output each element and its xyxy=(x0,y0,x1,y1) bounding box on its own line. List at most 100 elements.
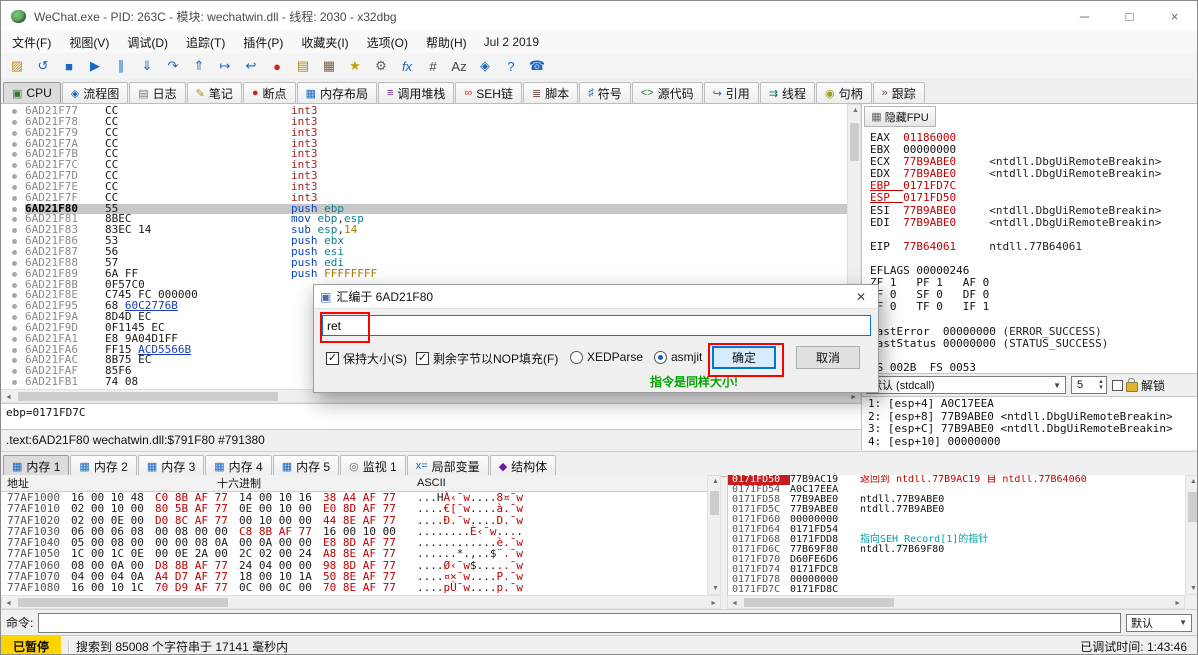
favourites-icon[interactable]: ★ xyxy=(343,54,367,78)
register-row[interactable]: EDI 77B9ABE0 <ntdll.DbgUiRemoteBreakin> xyxy=(870,217,1198,229)
log-icon[interactable]: ▤ xyxy=(291,54,315,78)
pause-icon[interactable]: ∥ xyxy=(109,54,133,78)
cancel-button[interactable]: 取消 xyxy=(796,346,860,369)
tab-cpu[interactable]: ▣CPU xyxy=(3,82,61,103)
argument-row[interactable]: 3: [esp+C] 77B9ABE0 <ntdll.DbgUiRemoteBr… xyxy=(868,423,1198,436)
tab-seh-chain[interactable]: ∞SEH链 xyxy=(455,82,522,103)
menu-item[interactable]: 视图(V) xyxy=(60,31,118,54)
scrollbar-thumb[interactable] xyxy=(744,598,894,607)
open-file-icon[interactable]: ▨ xyxy=(5,54,29,78)
keep-size-checkbox[interactable]: ✓ 保持大小(S) xyxy=(326,350,407,367)
strings-icon[interactable]: Az xyxy=(447,54,471,78)
hash-icon[interactable]: # xyxy=(421,54,445,78)
tab-memory-1[interactable]: ▦内存 1 xyxy=(3,455,69,476)
command-profile-dropdown[interactable]: 默认 ▼ xyxy=(1126,614,1192,632)
patch-icon[interactable]: ▦ xyxy=(317,54,341,78)
argument-row[interactable]: 1: [esp+4] A0C17EEA xyxy=(868,398,1198,411)
scroll-left-icon[interactable]: ◄ xyxy=(5,394,12,401)
tab-memory-5[interactable]: ▦内存 5 xyxy=(273,455,339,476)
disasm-row[interactable]: 6AD21F7ACCint3 xyxy=(1,139,847,150)
scrollbar-thumb[interactable] xyxy=(18,598,228,607)
scroll-right-icon[interactable]: ► xyxy=(1174,600,1181,607)
breakpoint-gutter[interactable] xyxy=(1,171,25,182)
breakpoint-gutter[interactable] xyxy=(1,204,25,215)
menu-item[interactable]: 帮助(H) xyxy=(417,31,476,54)
tab-threads[interactable]: ⇉线程 xyxy=(760,82,815,103)
tab-breakpoints[interactable]: ●断点 xyxy=(243,82,296,103)
step-out-icon[interactable]: ⇑ xyxy=(187,54,211,78)
convention-dropdown[interactable]: 默认 (stdcall) ▼ xyxy=(866,376,1066,394)
breakpoint-gutter[interactable] xyxy=(1,128,25,139)
breakpoint-gutter[interactable] xyxy=(1,258,25,269)
tab-script[interactable]: ≣脚本 xyxy=(523,82,578,103)
phone-icon[interactable]: ☎ xyxy=(525,54,549,78)
xedparse-radio[interactable]: XEDParse xyxy=(570,350,643,364)
disasm-row[interactable]: 6AD21F8653push ebx xyxy=(1,236,847,247)
scroll-right-icon[interactable]: ► xyxy=(850,394,857,401)
menu-item[interactable]: 追踪(T) xyxy=(177,31,234,54)
breakpoint-gutter[interactable] xyxy=(1,214,25,225)
maximize-button[interactable]: □ xyxy=(1107,1,1152,31)
menu-item[interactable]: 选项(O) xyxy=(358,31,417,54)
breakpoint-gutter[interactable] xyxy=(1,106,25,117)
assembly-instruction-input[interactable] xyxy=(322,315,871,336)
minimize-button[interactable]: ─ xyxy=(1062,1,1107,31)
breakpoint-gutter[interactable] xyxy=(1,366,25,377)
breakpoint-gutter[interactable] xyxy=(1,301,25,312)
menu-item[interactable]: 文件(F) xyxy=(3,31,60,54)
dump-horizontal-scrollbar[interactable]: ◄ ► xyxy=(1,595,721,609)
step-into-icon[interactable]: ⇓ xyxy=(135,54,159,78)
hide-fpu-button[interactable]: ▦ 隐藏FPU xyxy=(864,106,936,127)
menu-item[interactable]: 收藏夹(I) xyxy=(292,31,357,54)
scroll-up-icon[interactable]: ▲ xyxy=(1190,478,1197,485)
tab-trace[interactable]: »跟踪 xyxy=(873,82,925,103)
tab-notes[interactable]: ✎笔记 xyxy=(187,82,242,103)
scroll-up-icon[interactable]: ▲ xyxy=(712,478,719,485)
tab-symbols[interactable]: ♯符号 xyxy=(579,82,631,103)
stack-vertical-scrollbar[interactable]: ▲ ▼ xyxy=(1185,475,1198,595)
breakpoint-gutter[interactable] xyxy=(1,312,25,323)
register-row[interactable]: GS 002B FS 0053 xyxy=(870,362,1198,373)
breakpoint-gutter[interactable] xyxy=(1,225,25,236)
disasm-row[interactable]: 6AD21F77CCint3 xyxy=(1,106,847,117)
breakpoint-gutter[interactable] xyxy=(1,345,25,356)
tab-memory-2[interactable]: ▦内存 2 xyxy=(70,455,136,476)
breakpoint-gutter[interactable] xyxy=(1,182,25,193)
register-row[interactable]: EIP 77B64061 ntdll.77B64061 xyxy=(870,241,1198,253)
scroll-right-icon[interactable]: ► xyxy=(710,600,717,607)
scroll-up-icon[interactable]: ▲ xyxy=(852,107,859,114)
tab-log[interactable]: ▤日志 xyxy=(129,82,185,103)
execute-till-return-icon[interactable]: ↩ xyxy=(239,54,263,78)
breakpoint-gutter[interactable] xyxy=(1,269,25,280)
tab-handles[interactable]: ◉句柄 xyxy=(816,82,872,103)
breakpoint-icon[interactable]: ● xyxy=(265,54,289,78)
register-row[interactable]: CF 0 TF 0 IF 1 xyxy=(870,301,1198,313)
scrollbar-thumb[interactable] xyxy=(18,392,278,401)
scroll-down-icon[interactable]: ▼ xyxy=(1190,585,1197,592)
stack-horizontal-scrollbar[interactable]: ◄ ► xyxy=(727,595,1185,609)
dump-row[interactable]: 77AF101002 00 10 0080 5B AF 770E 00 10 0… xyxy=(1,503,707,514)
disasm-row[interactable]: 6AD21F8756push esi xyxy=(1,247,847,258)
ok-button[interactable]: 确定 xyxy=(712,346,776,369)
scrollbar-thumb[interactable] xyxy=(1188,492,1197,522)
disasm-row[interactable]: 6AD21F78CCint3 xyxy=(1,117,847,128)
disasm-row[interactable]: 6AD21F7ECCint3 xyxy=(1,182,847,193)
breakpoint-gutter[interactable] xyxy=(1,149,25,160)
graph-icon[interactable]: ◈ xyxy=(473,54,497,78)
tab-memory-3[interactable]: ▦内存 3 xyxy=(138,455,204,476)
tab-graph[interactable]: ◈流程图 xyxy=(62,82,128,103)
arg-count-stepper[interactable]: 5 ▲▼ xyxy=(1071,376,1107,394)
breakpoint-gutter[interactable] xyxy=(1,377,25,388)
argument-row[interactable]: 4: [esp+10] 00000000 xyxy=(868,436,1198,449)
breakpoint-gutter[interactable] xyxy=(1,193,25,204)
disasm-row[interactable]: 6AD21F8383EC 14sub esp,14 xyxy=(1,225,847,236)
breakpoint-gutter[interactable] xyxy=(1,247,25,258)
dump-vertical-scrollbar[interactable]: ▲ ▼ xyxy=(707,475,721,595)
breakpoint-gutter[interactable] xyxy=(1,355,25,366)
command-input[interactable] xyxy=(38,613,1121,633)
breakpoint-gutter[interactable] xyxy=(1,236,25,247)
dump-row[interactable]: 77AF108016 00 10 1C70 D9 AF 770C 00 0C 0… xyxy=(1,582,707,593)
tab-memory-4[interactable]: ▦内存 4 xyxy=(205,455,271,476)
fill-nop-checkbox[interactable]: ✓ 剩余字节以NOP填充(F) xyxy=(416,350,558,367)
settings-gear-icon[interactable]: ⚙ xyxy=(369,54,393,78)
